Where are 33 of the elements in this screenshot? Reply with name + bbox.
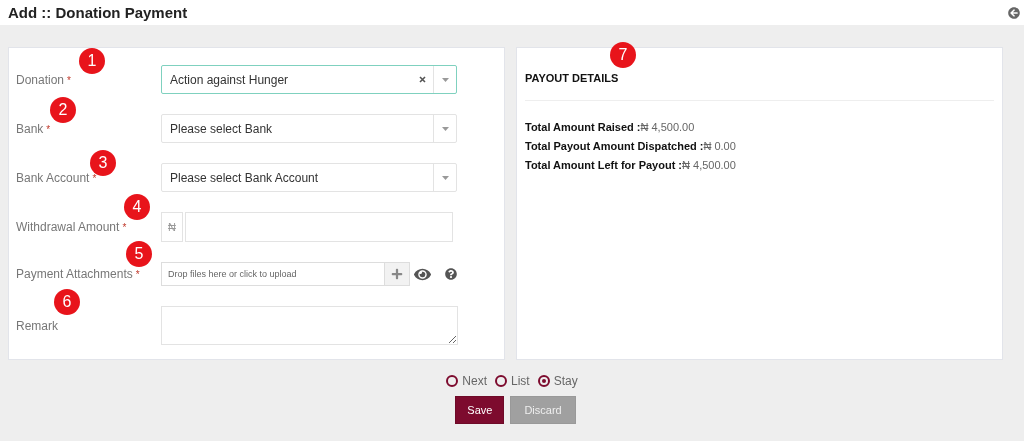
select-field[interactable]: Please select Bank [161,114,457,143]
field-label: Remark [16,318,59,333]
help-icon[interactable] [445,268,457,280]
select-field[interactable]: Please select Bank Account [161,163,457,192]
required-mark: * [122,222,127,233]
save-button[interactable]: Save [455,396,505,424]
caret-icon [441,77,449,82]
back-icon[interactable] [1008,6,1020,19]
select-field[interactable]: Action against Hunger [161,65,457,94]
field-label: Withdrawal Amount * [16,220,128,234]
currency-prefix: ₦ [161,212,183,242]
required-mark: * [135,269,140,280]
clear-icon[interactable] [419,76,426,83]
plus-icon [391,268,403,280]
field-label: Bank * [16,121,52,136]
caret-icon [441,126,449,131]
radio-option[interactable]: Stay [537,374,578,388]
panel-title: PAYOUT DETAILS [525,72,619,84]
number-marker: 7 [610,42,636,68]
payout-line: Total Amount Raised :₦ 4,500.00 [525,121,696,133]
field-label: Payment Attachments * [16,267,141,281]
page-title: Add :: Donation Payment [8,4,188,21]
required-mark: * [46,123,51,135]
payout-line: Total Amount Left for Payout :₦ 4,500.00 [525,159,737,171]
upload-field[interactable]: Drop files here or click to upload [161,262,410,286]
radio-option[interactable]: Next [446,374,487,388]
caret-icon [441,175,449,180]
add-file-button[interactable] [384,263,409,285]
required-mark: * [67,74,71,86]
field-label: Donation * [16,72,72,87]
radio-option[interactable]: List [495,374,530,388]
amount-input[interactable] [185,212,453,242]
payout-line: Total Payout Amount Dispatched :₦ 0.00 [525,140,737,152]
